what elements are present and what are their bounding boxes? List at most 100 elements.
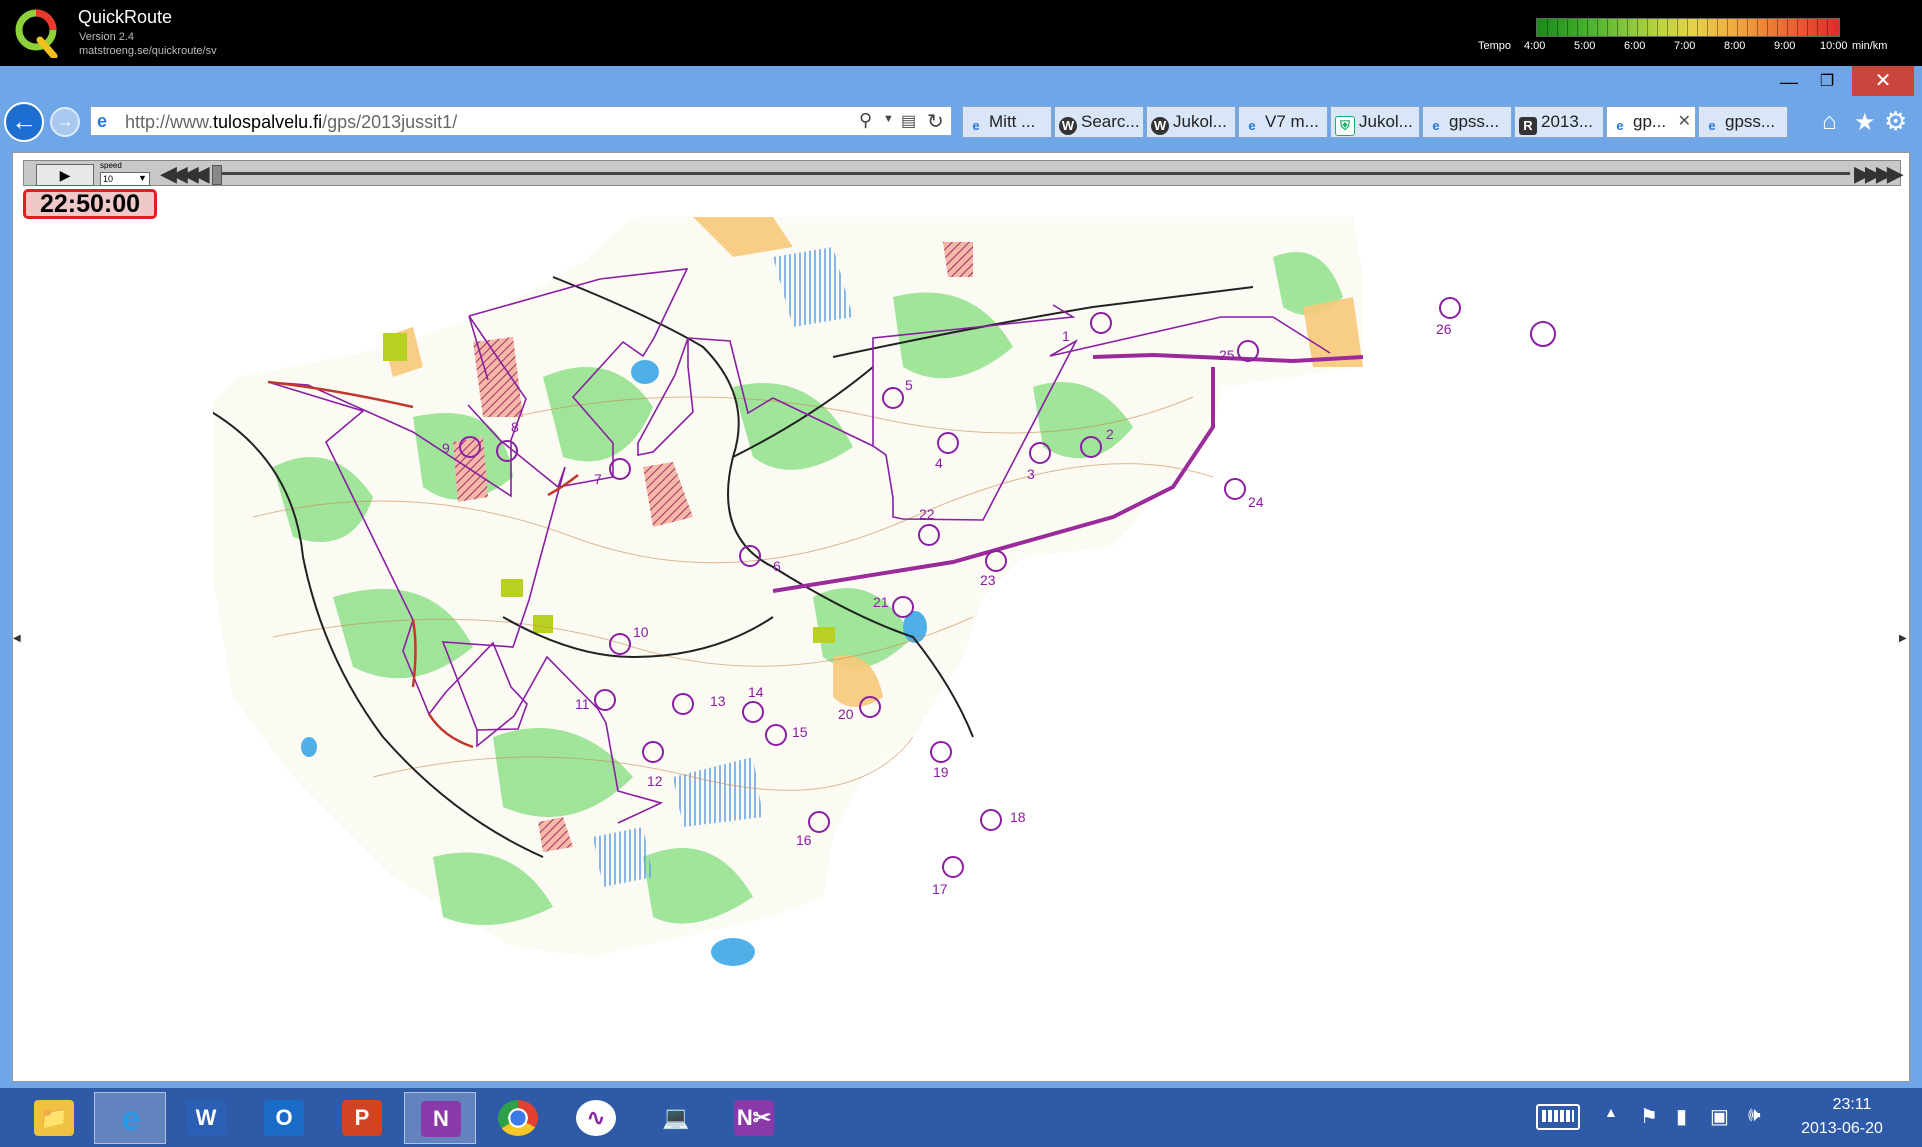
taskbar-quickroute[interactable]: ∿ — [560, 1092, 632, 1144]
outlook-icon: O — [264, 1100, 304, 1136]
maximize-button[interactable]: ❐ — [1810, 70, 1844, 94]
tempo-segment-divider — [1557, 19, 1558, 36]
taskbar-file-explorer[interactable]: 📁 — [18, 1092, 90, 1144]
tab[interactable]: W Jukol... — [1146, 106, 1236, 138]
orienteering-map[interactable]: 1 2 3 4 5 6 7 8 9 10 11 12 13 14 15 16 1… — [213, 217, 1713, 1079]
control-label-22: 22 — [919, 506, 935, 522]
taskbar-outlook[interactable]: O — [248, 1092, 320, 1144]
chevron-up-icon[interactable]: ▲ — [1604, 1104, 1618, 1120]
taskbar-word[interactable]: W — [170, 1092, 242, 1144]
tab-active[interactable]: e gp... ✕ — [1606, 106, 1696, 138]
control-label-19: 19 — [933, 764, 949, 780]
fast-forward-icon[interactable]: ▶▶▶▶ — [1854, 163, 1904, 185]
gear-icon[interactable]: ⚙ — [1884, 106, 1907, 137]
tempo-label: Tempo — [1478, 40, 1512, 52]
control-label-6: 6 — [773, 558, 781, 574]
tab-label: gpss... — [1449, 112, 1500, 131]
tempo-segment-divider — [1777, 19, 1778, 36]
tab[interactable]: e gpss... — [1422, 106, 1512, 138]
star-icon[interactable]: ★ — [1854, 108, 1876, 137]
close-button[interactable]: ✕ — [1852, 66, 1914, 96]
tempo-tick: 6:00 — [1624, 40, 1646, 52]
tab-label: Jukol... — [1173, 112, 1227, 131]
chevron-down-icon[interactable]: ▼ — [138, 173, 147, 183]
search-icon[interactable]: ⚲ — [859, 110, 872, 131]
control-label-21: 21 — [873, 594, 889, 610]
tab[interactable]: W Searc... — [1054, 106, 1144, 138]
tab[interactable]: ⛨ Jukol... — [1330, 106, 1420, 138]
rewind-icon[interactable]: ◀◀◀◀ — [160, 163, 210, 185]
shield-icon: ⛨ — [1335, 116, 1355, 136]
tempo-segment-divider — [1767, 19, 1768, 36]
ie-icon: e — [1708, 118, 1716, 133]
tempo-scale-bar — [1536, 18, 1840, 37]
compatibility-view-icon[interactable]: ▤ — [901, 111, 916, 131]
ie-icon: e — [1616, 118, 1624, 133]
tab[interactable]: e gpss... — [1698, 106, 1788, 138]
taskbar-onenote-clipper[interactable]: N✂ — [718, 1092, 790, 1144]
taskbar-internet-explorer[interactable]: e — [94, 1092, 166, 1144]
tempo-tick: 9:00 — [1774, 40, 1796, 52]
ie-icon: e — [972, 118, 980, 133]
tab[interactable]: e V7 m... — [1238, 106, 1328, 138]
taskbar-powerpoint[interactable]: P — [326, 1092, 398, 1144]
tab[interactable]: R 2013... — [1514, 106, 1604, 138]
close-icon[interactable]: ✕ — [1678, 107, 1691, 137]
clock-date[interactable]: 2013-06-20 — [1792, 1120, 1892, 1138]
forward-button[interactable]: → — [50, 107, 80, 137]
speed-label: speed — [100, 161, 122, 170]
control-18 — [980, 809, 1002, 831]
control-label-4: 4 — [935, 455, 943, 471]
w-icon: W — [1151, 117, 1169, 135]
home-icon[interactable]: ⌂ — [1822, 108, 1837, 136]
taskbar-chrome[interactable] — [482, 1092, 554, 1144]
battery-icon[interactable]: ▮ — [1676, 1104, 1687, 1129]
refresh-icon[interactable]: ↻ — [927, 109, 944, 134]
url-prefix: http://www. — [125, 112, 214, 132]
tab[interactable]: e Mitt ... — [962, 106, 1052, 138]
tempo-tick: 8:00 — [1724, 40, 1746, 52]
url-path: /gps/2013jussit1/ — [322, 112, 458, 132]
clock-time[interactable]: 23:11 — [1822, 1096, 1882, 1114]
right-arrow-icon[interactable]: ▶ — [1899, 633, 1907, 644]
tempo-segment-divider — [1607, 19, 1608, 36]
tab-label: gpss... — [1725, 112, 1776, 131]
flag-icon[interactable]: ⚑ — [1640, 1104, 1658, 1129]
network-icon[interactable]: ▣ — [1710, 1104, 1729, 1129]
minimize-button[interactable]: — — [1772, 70, 1806, 94]
volume-icon[interactable]: 🕪 — [1748, 1104, 1761, 1127]
timeline-track[interactable] — [220, 172, 1850, 175]
control-label-1: 1 — [1062, 328, 1070, 344]
tab-label: 2013... — [1541, 112, 1593, 131]
race-clock: 22:50:00 — [23, 189, 157, 219]
tempo-segment-divider — [1637, 19, 1638, 36]
chevron-down-icon[interactable]: ▼ — [883, 113, 894, 125]
app-version: Version 2.4 — [79, 31, 135, 43]
control-label-24: 24 — [1248, 494, 1264, 510]
tempo-segment-divider — [1677, 19, 1678, 36]
tempo-segment-divider — [1547, 19, 1548, 36]
browser-window: — ❐ ✕ ← → e http://www.tulospalvelu.fi/g… — [0, 66, 1922, 1088]
keyboard-icon[interactable] — [1536, 1104, 1580, 1130]
control-label-23: 23 — [980, 572, 996, 588]
app-url: matstroeng.se/quickroute/sv — [79, 45, 217, 57]
tempo-segment-divider — [1747, 19, 1748, 36]
control-label-17: 17 — [932, 881, 948, 897]
tempo-segment-divider — [1757, 19, 1758, 36]
word-icon: W — [186, 1100, 226, 1136]
url-domain: tulospalvelu.fi — [213, 112, 323, 132]
play-button[interactable]: ▶ — [36, 164, 94, 186]
control-label-13: 13 — [710, 693, 726, 709]
tab-label: Searc... — [1081, 112, 1140, 131]
tempo-segment-divider — [1617, 19, 1618, 36]
timeline-slider-thumb[interactable] — [212, 165, 222, 185]
taskbar-remote-desktop[interactable]: 💻 — [640, 1092, 712, 1144]
control-24 — [1224, 478, 1246, 500]
back-button[interactable]: ← — [4, 102, 44, 142]
powerpoint-icon: P — [342, 1100, 382, 1136]
address-url[interactable]: http://www.tulospalvelu.fi/gps/2013jussi… — [125, 112, 457, 133]
tempo-segment-divider — [1587, 19, 1588, 36]
taskbar-onenote[interactable]: N — [404, 1092, 476, 1144]
left-arrow-icon[interactable]: ◀ — [13, 633, 21, 644]
address-bar[interactable]: e http://www.tulospalvelu.fi/gps/2013jus… — [90, 106, 952, 136]
